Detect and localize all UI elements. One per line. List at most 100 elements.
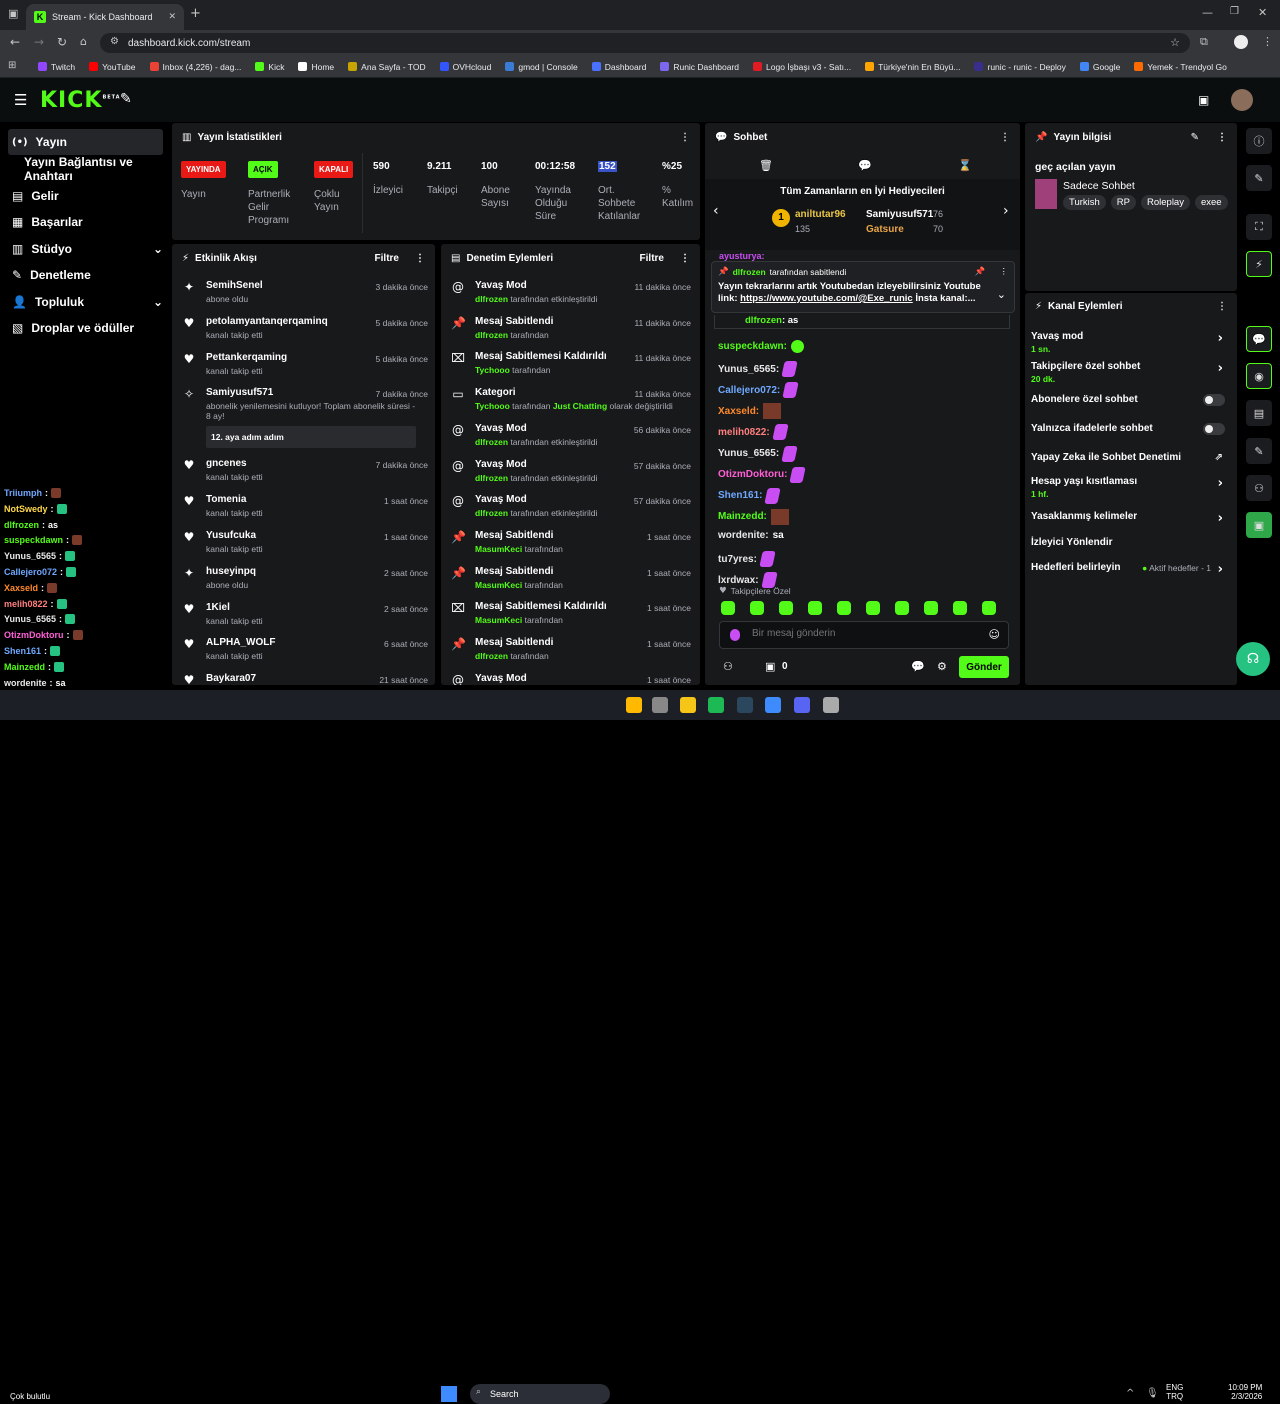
- community-icon[interactable]: ⚇: [1246, 475, 1272, 501]
- edit-icon[interactable]: ✎: [1246, 165, 1272, 191]
- channel-action-5[interactable]: Yapay Zeka ile Sohbet Denetimi ⇗: [1031, 452, 1231, 463]
- chevron-right-icon[interactable]: ›: [1218, 331, 1223, 346]
- extensions-icon[interactable]: ⧉: [1200, 35, 1208, 49]
- toggle-switch[interactable]: [1203, 423, 1225, 435]
- more-icon[interactable]: ⋮: [680, 132, 690, 143]
- bookmark-item[interactable]: runic - runic - Deploy: [974, 62, 1066, 72]
- chevron-down-icon[interactable]: ⌄: [997, 288, 1006, 301]
- sidebar-item-yayin[interactable]: (•) Yayın: [8, 129, 163, 155]
- chevron-down-icon[interactable]: ⌄: [153, 242, 163, 256]
- next-arrow-icon[interactable]: ›: [1003, 203, 1009, 219]
- chat-bubble-icon[interactable]: 💬: [858, 159, 872, 172]
- sidebar-item-droplar[interactable]: ▧ Droplar ve ödüller: [8, 315, 163, 341]
- taskbar-app-icon[interactable]: [708, 697, 724, 713]
- taskbar-app-icon[interactable]: [794, 697, 810, 713]
- points-icon[interactable]: ▣: [765, 660, 775, 673]
- toggle-switch[interactable]: [1203, 394, 1225, 406]
- bookmark-item[interactable]: Twitch: [38, 62, 75, 72]
- taskbar-app-icon[interactable]: [765, 697, 781, 713]
- chat-icon[interactable]: 💬: [1246, 326, 1272, 352]
- pinned-link[interactable]: https://www.youtube.com/@Exe_runic: [740, 293, 913, 304]
- home-icon[interactable]: ⌂: [80, 35, 87, 48]
- emote-picker-icon[interactable]: [730, 629, 740, 641]
- app-icon[interactable]: ▣: [1246, 512, 1272, 538]
- more-icon[interactable]: ⋮: [1000, 132, 1010, 143]
- external-link-icon[interactable]: ⇗: [1215, 452, 1223, 463]
- browser-tab[interactable]: K Stream - Kick Dashboard ✕: [26, 4, 184, 30]
- clock[interactable]: 10:09 PM 2/3/2026: [1228, 1383, 1262, 1401]
- emote-option-icon[interactable]: [750, 601, 764, 615]
- more-icon[interactable]: ⋮: [1217, 132, 1227, 143]
- pinned-message[interactable]: 📌 dlfrozen tarafından sabitlendi 📌 ⋮ Yay…: [711, 261, 1015, 313]
- lightning-icon[interactable]: ⚡: [1246, 251, 1272, 277]
- kick-logo[interactable]: KICKBETA: [40, 88, 121, 113]
- bookmark-star-icon[interactable]: ☆: [1170, 36, 1180, 49]
- chevron-right-icon[interactable]: ›: [1218, 361, 1223, 376]
- mic-icon[interactable]: 🎙: [1146, 1388, 1159, 1399]
- channel-action-8[interactable]: İzleyici Yönlendir: [1031, 537, 1231, 548]
- sidebar-item-stream-key[interactable]: Yayın Bağlantısı ve Anahtarı: [8, 155, 178, 183]
- prev-arrow-icon[interactable]: ‹: [713, 203, 719, 219]
- bookmark-item[interactable]: Runic Dashboard: [660, 62, 739, 72]
- user-avatar[interactable]: [1231, 89, 1253, 111]
- profile-icon[interactable]: [1234, 35, 1248, 49]
- new-tab-icon[interactable]: +: [190, 6, 201, 21]
- more-icon[interactable]: ⋮: [1000, 266, 1009, 277]
- edit-icon[interactable]: ✎: [1191, 132, 1199, 143]
- bookmark-item[interactable]: OVHcloud: [439, 62, 491, 72]
- more-icon[interactable]: ⋮: [415, 253, 425, 264]
- language-indicator[interactable]: ENG TRQ: [1166, 1383, 1183, 1401]
- channel-action-2[interactable]: Takipçilere özel sohbet 20 dk. ›: [1031, 361, 1231, 384]
- maximize-icon[interactable]: ❐: [1230, 6, 1239, 17]
- more-icon[interactable]: ⋮: [680, 253, 690, 264]
- category-name[interactable]: Sadece Sohbet: [1063, 180, 1135, 192]
- sidebar-item-topluluk[interactable]: 👤 Topluluk ⌄: [8, 289, 163, 315]
- taskbar-app-icon[interactable]: [626, 697, 642, 713]
- bookmark-item[interactable]: Yemek - Trendyol Go: [1134, 62, 1227, 72]
- settings-gear-icon[interactable]: ⚙: [937, 660, 947, 673]
- chevron-right-icon[interactable]: ›: [1218, 476, 1223, 491]
- emote-option-icon[interactable]: [866, 601, 880, 615]
- emote-option-icon[interactable]: [808, 601, 822, 615]
- channel-action-1[interactable]: Yavaş mod 1 sn. ›: [1031, 331, 1231, 354]
- tag-chip[interactable]: Turkish: [1063, 195, 1106, 210]
- taskbar-app-icon[interactable]: [680, 697, 696, 713]
- support-icon[interactable]: ☊: [1236, 642, 1270, 676]
- filter-button[interactable]: Filtre: [640, 253, 664, 264]
- channel-action-6[interactable]: Hesap yaşı kısıtlaması 1 hf. ›: [1031, 476, 1231, 499]
- browser-menu-icon[interactable]: ⋮: [1262, 35, 1273, 48]
- chevron-down-icon[interactable]: ⌄: [153, 295, 163, 309]
- bookmark-item[interactable]: Home: [298, 62, 334, 72]
- channel-action-9[interactable]: Hedefleri belirleyin › ● Aktif hedefler - …: [1031, 562, 1231, 577]
- start-icon[interactable]: [441, 1386, 457, 1402]
- sidebar-item-studyo[interactable]: ▥ Stüdyo ⌄: [8, 236, 163, 262]
- list-icon[interactable]: ▤: [1246, 400, 1272, 426]
- sidebar-item-gelir[interactable]: ▤ Gelir: [8, 183, 163, 209]
- channel-action-4[interactable]: Yalnızca ifadelerle sohbet: [1031, 423, 1231, 435]
- more-icon[interactable]: ⋮: [1217, 301, 1227, 312]
- tools-icon[interactable]: ✎: [120, 91, 132, 107]
- site-info-icon[interactable]: ⚙: [110, 36, 119, 47]
- bookmark-item[interactable]: Türkiye'nin En Büyü...: [865, 62, 960, 72]
- channel-action-7[interactable]: Yasaklanmış kelimeler ›: [1031, 511, 1231, 526]
- reload-icon[interactable]: ↻: [57, 35, 67, 49]
- bookmark-item[interactable]: gmod | Console: [505, 62, 578, 72]
- unpin-icon[interactable]: 📌: [975, 267, 986, 277]
- send-button[interactable]: Gönder: [959, 656, 1009, 678]
- bookmark-item[interactable]: Google: [1079, 62, 1120, 72]
- wallet-icon[interactable]: ▣: [1198, 93, 1209, 107]
- message-input[interactable]: [752, 628, 972, 639]
- chevron-right-icon[interactable]: ›: [1218, 562, 1223, 577]
- chat-settings-bubble-icon[interactable]: 💬: [911, 660, 925, 673]
- tag-chip[interactable]: exee: [1194, 195, 1228, 210]
- emote-option-icon[interactable]: [837, 601, 851, 615]
- info-icon[interactable]: ⓘ: [1246, 128, 1272, 154]
- chat-input[interactable]: ☺: [719, 621, 1009, 649]
- sidebar-item-denetleme[interactable]: ✎ Denetleme: [8, 262, 163, 288]
- emote-option-icon[interactable]: [953, 601, 967, 615]
- bookmark-item[interactable]: Dashboard: [591, 62, 646, 72]
- hamburger-menu-icon[interactable]: ☰: [14, 91, 27, 109]
- fullscreen-icon[interactable]: ⛶: [1246, 214, 1272, 240]
- back-icon[interactable]: ←: [10, 35, 20, 49]
- channel-action-3[interactable]: Abonelere özel sohbet: [1031, 394, 1231, 406]
